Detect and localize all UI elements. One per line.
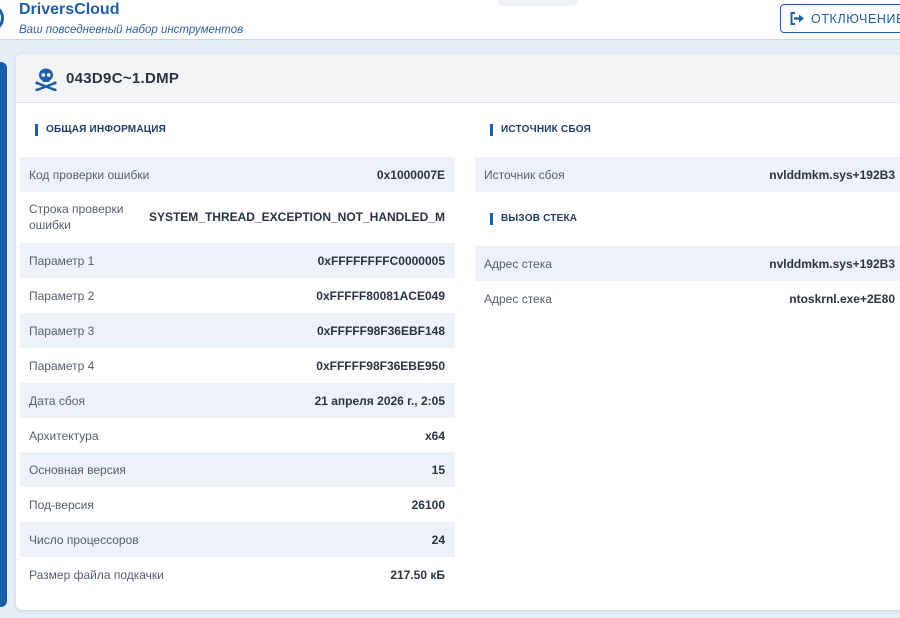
row-label: Код проверки ошибки [29, 167, 150, 182]
row-value: 15 [431, 462, 445, 477]
row-label: Архитектура [29, 428, 99, 443]
row-label: Адрес стека [484, 291, 552, 306]
table-row: Параметр 4 0xFFFFF98F36EBE950 [20, 348, 455, 383]
table-row: Адрес стека ntoskrnl.exe+2E80 [475, 281, 900, 316]
sign-out-icon [790, 12, 804, 25]
row-label: Под-версия [29, 497, 94, 512]
table-row: Источник сбоя nvlddmkm.sys+192B3 [475, 157, 900, 192]
table-row: Код проверки ошибки 0x1000007E [20, 157, 455, 192]
row-value: 26100 [411, 497, 445, 512]
row-value: 24 [431, 532, 445, 547]
logout-button[interactable]: ОТКЛЮЧЕНИЕ [780, 4, 900, 33]
logo-icon[interactable] [0, 4, 4, 32]
row-label: Параметр 1 [29, 253, 95, 268]
row-value: 0xFFFFF80081ACE049 [316, 288, 445, 303]
brand-subtitle: Ваш повседневный набор инструментов [19, 24, 244, 36]
row-label: Параметр 3 [29, 323, 95, 338]
row-value: SYSTEM_THREAD_EXCEPTION_NOT_HANDLED_M [148, 210, 445, 224]
table-row: Архитектура x64 [20, 418, 455, 453]
row-label: Адрес стека [484, 256, 552, 271]
top-bar: DriversCloud Ваш повседневный набор инст… [0, 0, 900, 40]
header-tab-indicator [498, 0, 578, 6]
row-label: Строка проверки ошибки [29, 202, 124, 232]
table-row: Основная версия 15 [20, 452, 455, 487]
table-row: Дата сбоя 21 апреля 2026 г., 2:05 [20, 383, 455, 418]
row-value: nvlddmkm.sys+192B3 [769, 256, 895, 271]
logout-label: ОТКЛЮЧЕНИЕ [811, 11, 900, 26]
row-label: Дата сбоя [29, 393, 85, 408]
section-call-stack-title: ВЫЗОВ СТЕКА [490, 213, 577, 225]
table-row: Параметр 2 0xFFFFF80081ACE049 [20, 278, 455, 313]
row-value: 0xFFFFFFFFC0000005 [317, 253, 445, 268]
row-value: 0xFFFFF98F36EBF148 [316, 323, 445, 338]
row-value: 0x1000007E [376, 167, 445, 182]
table-row: Под-версия 26100 [20, 487, 455, 522]
row-value: 21 апреля 2026 г., 2:05 [314, 393, 445, 408]
row-label: Параметр 4 [29, 358, 95, 373]
row-label: Размер файла подкачки [29, 567, 164, 582]
row-label: Параметр 2 [29, 288, 95, 303]
table-row: Число процессоров 24 [20, 522, 455, 557]
row-value: ntoskrnl.exe+2E80 [789, 291, 895, 306]
table-row: Адрес стека nvlddmkm.sys+192B3 [475, 246, 900, 281]
sidebar-rail [0, 62, 7, 607]
row-value: x64 [424, 428, 445, 443]
table-row: Параметр 1 0xFFFFFFFFC0000005 [20, 243, 455, 278]
table-row: Параметр 3 0xFFFFF98F36EBF148 [20, 313, 455, 348]
table-row: Строка проверки ошибки SYSTEM_THREAD_EXC… [20, 192, 455, 242]
row-label: Основная версия [29, 462, 126, 477]
dump-file-title: 043D9C~1.DMP [66, 70, 180, 87]
row-label: Число процессоров [29, 532, 139, 547]
row-value: 217.50 кБ [390, 567, 445, 582]
section-general-title: ОБЩАЯ ИНФОРМАЦИЯ [35, 124, 166, 136]
section-crash-source-title: ИСТОЧНИК СБОЯ [490, 124, 591, 136]
table-row: Размер файла подкачки 217.50 кБ [20, 557, 455, 592]
card-header: 043D9C~1.DMP [16, 54, 900, 103]
row-value: 0xFFFFF98F36EBE950 [316, 358, 445, 373]
row-label: Источник сбоя [484, 167, 565, 182]
brand-title[interactable]: DriversCloud [19, 1, 119, 19]
skull-crossbones-icon [35, 68, 57, 91]
row-value: nvlddmkm.sys+192B3 [769, 167, 895, 182]
